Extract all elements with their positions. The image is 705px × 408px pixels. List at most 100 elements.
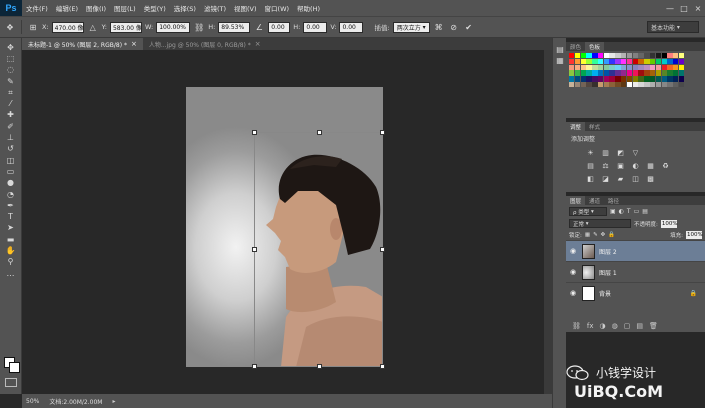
status-menu-icon[interactable]: ▸ (112, 398, 115, 405)
tab-untitled-1[interactable]: 未标题-1 @ 50% (图层 2, RGB/8) * × (22, 38, 143, 50)
color-swatch[interactable] (638, 64, 644, 70)
color-swatch[interactable] (574, 53, 581, 59)
brush-tool-icon[interactable]: ✐ (4, 121, 18, 132)
reference-point-icon[interactable]: ⊞ (27, 21, 39, 33)
color-swatch[interactable] (586, 81, 592, 88)
commit-transform-icon[interactable]: ✔ (463, 21, 475, 33)
color-swatch[interactable] (609, 53, 615, 59)
filter-type-icon[interactable]: T (627, 208, 631, 215)
document-canvas[interactable] (186, 87, 385, 369)
layer-action-icon[interactable]: fx (587, 322, 594, 330)
vskew-field[interactable]: 0.00 (339, 21, 364, 33)
color-swatch[interactable] (644, 64, 650, 70)
free-transform-box[interactable] (252, 130, 385, 369)
color-swatch[interactable] (678, 53, 685, 59)
filter-adjust-icon[interactable]: ◐ (619, 208, 624, 215)
tab-adjustments[interactable]: 调整 (566, 122, 586, 131)
color-swatch[interactable] (638, 53, 644, 59)
color-swatch[interactable] (574, 70, 581, 76)
color-swatch[interactable] (673, 58, 679, 65)
filter-pixel-icon[interactable]: ▣ (610, 208, 616, 215)
menu-item[interactable]: 图层(L) (110, 3, 140, 13)
adjustment-icon[interactable]: ◐ (631, 161, 640, 170)
blur-tool-icon[interactable]: ● (4, 178, 18, 189)
transform-handle-b[interactable] (317, 364, 322, 369)
color-swatch[interactable] (603, 58, 610, 65)
color-swatch[interactable] (626, 70, 633, 76)
color-swatch[interactable] (597, 70, 604, 76)
color-swatch[interactable] (667, 81, 673, 88)
color-swatch[interactable] (586, 58, 592, 65)
color-swatch[interactable] (621, 64, 627, 70)
color-swatch[interactable] (621, 58, 627, 65)
transform-handle-bl[interactable] (252, 364, 257, 369)
hand-tool-icon[interactable]: ✋ (4, 245, 18, 256)
history-panel-icon[interactable]: ▤ (553, 44, 567, 55)
visibility-eye-icon[interactable]: ◉ (566, 268, 580, 276)
adjustment-icon[interactable]: ◪ (601, 174, 610, 183)
filter-smart-icon[interactable]: ▤ (642, 208, 648, 215)
menu-item[interactable]: 文件(F) (22, 3, 52, 13)
color-swatch[interactable] (603, 64, 610, 70)
adjustment-icon[interactable]: ▦ (646, 161, 655, 170)
tab-layers[interactable]: 图层 (566, 196, 586, 205)
color-swatch[interactable] (678, 64, 685, 70)
x-field[interactable]: 470.00 像 (51, 21, 84, 33)
color-swatch[interactable] (655, 53, 662, 59)
color-swatch[interactable] (569, 70, 575, 76)
color-swatch[interactable] (592, 81, 598, 88)
color-swatch[interactable] (609, 58, 615, 65)
color-swatch[interactable] (597, 81, 604, 88)
lock-all-icon[interactable]: 🔒 (608, 232, 615, 238)
color-swatch[interactable] (621, 53, 627, 59)
lock-image-icon[interactable]: ✎ (593, 232, 598, 238)
color-swatch[interactable] (580, 70, 586, 76)
color-swatch[interactable] (603, 70, 610, 76)
color-swatch[interactable] (626, 76, 633, 82)
y-field[interactable]: 583.00 像 (109, 21, 142, 33)
color-swatch[interactable] (661, 64, 667, 70)
rotate-field[interactable]: 0.00 (268, 21, 291, 33)
filter-shape-icon[interactable]: ▭ (634, 208, 640, 215)
adjustment-icon[interactable]: ▥ (601, 148, 610, 157)
adjustment-icon[interactable]: ☀ (586, 148, 595, 157)
tab-channels[interactable]: 通道 (585, 197, 604, 205)
color-swatch[interactable] (626, 64, 633, 70)
visibility-eye-icon[interactable]: ◉ (566, 247, 580, 255)
menu-item[interactable]: 类型(Y) (140, 3, 170, 13)
color-swatch[interactable] (597, 58, 604, 65)
color-swatch[interactable] (661, 53, 667, 59)
adjustment-icon[interactable]: ⚖ (601, 161, 610, 170)
color-swatch[interactable] (661, 76, 667, 82)
color-swatch[interactable] (621, 70, 627, 76)
menu-item[interactable]: 编辑(E) (52, 3, 82, 13)
quick-mask-icon[interactable] (5, 378, 17, 387)
adjustment-icon[interactable]: ▤ (586, 161, 595, 170)
color-swatch[interactable] (632, 53, 638, 59)
quick-select-tool-icon[interactable]: ✎ (4, 76, 18, 87)
blend-mode-select[interactable]: 正常 ▾ (569, 219, 631, 228)
tab-swatches[interactable]: 色板 (585, 42, 605, 51)
color-swatch[interactable] (678, 58, 685, 65)
tab-color[interactable]: 颜色 (566, 43, 585, 51)
color-swatch[interactable] (569, 64, 575, 70)
layer-filter-select[interactable]: ρ 类型 ▾ (569, 207, 607, 216)
color-swatch[interactable] (644, 76, 650, 82)
color-swatch[interactable] (580, 58, 586, 65)
lock-transparent-icon[interactable]: ▦ (585, 232, 590, 238)
color-swatch[interactable] (644, 81, 650, 88)
move-tool-icon[interactable]: ✥ (4, 42, 18, 53)
cancel-transform-icon[interactable]: ⊘ (448, 21, 460, 33)
lock-position-icon[interactable]: ✥ (601, 232, 606, 238)
layer-action-icon[interactable]: 🗑 (649, 322, 658, 330)
color-swatch[interactable] (592, 76, 598, 82)
color-swatch[interactable] (644, 70, 650, 76)
layer-action-icon[interactable]: ▤ (636, 322, 643, 330)
vertical-scrollbar[interactable] (544, 50, 552, 394)
warp-icon[interactable]: ⌘ (433, 21, 445, 33)
color-swatch[interactable] (574, 81, 581, 88)
visibility-eye-icon[interactable]: ◉ (566, 289, 580, 297)
color-swatch[interactable] (655, 76, 662, 82)
color-swatch[interactable] (580, 53, 586, 59)
color-swatch[interactable] (569, 53, 575, 59)
